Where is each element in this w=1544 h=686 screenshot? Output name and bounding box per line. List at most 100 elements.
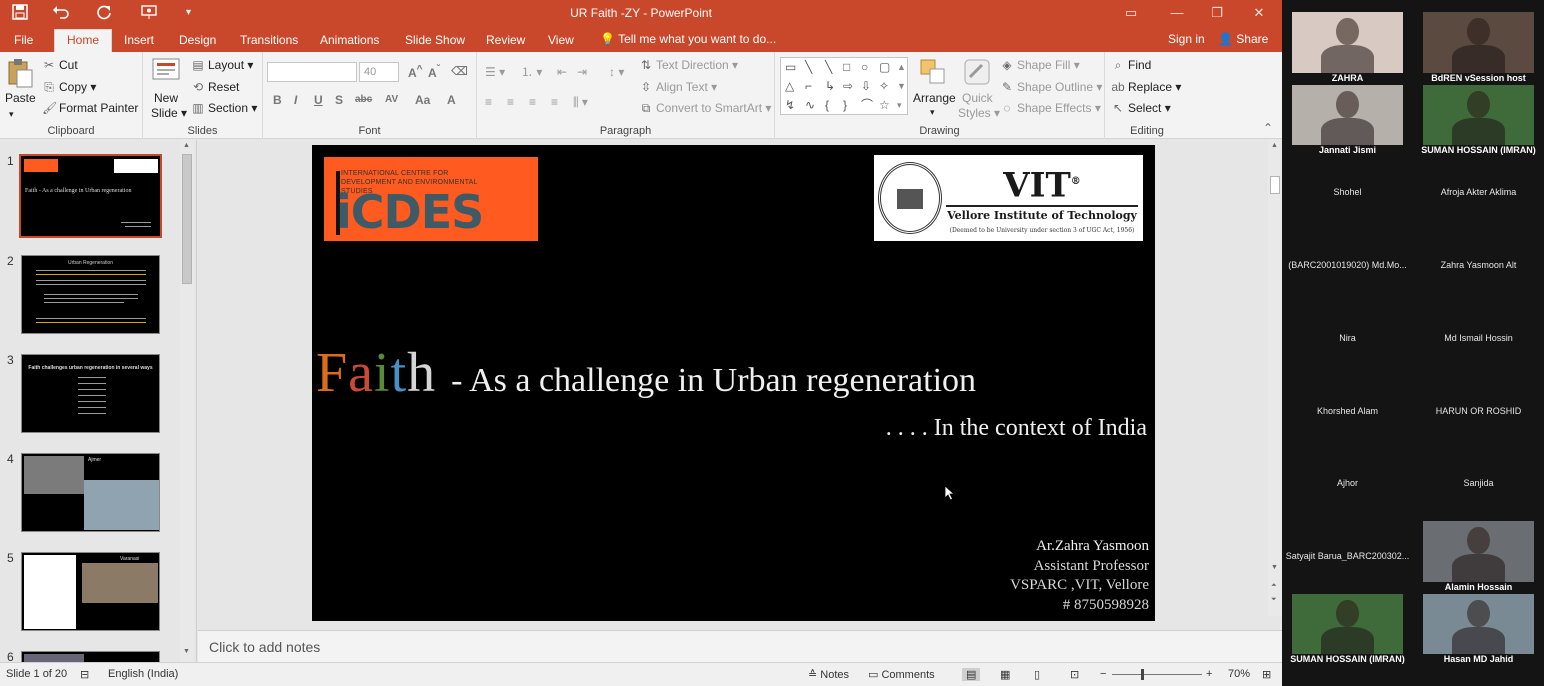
- slide-sorter-icon[interactable]: ▦: [1000, 668, 1010, 681]
- scroll-up-icon[interactable]: ▲: [1271, 142, 1278, 149]
- participant-tile[interactable]: BdREN vSession host: [1413, 12, 1544, 85]
- slideshow-view-icon[interactable]: ⊡: [1070, 668, 1079, 681]
- tab-file[interactable]: File: [8, 31, 39, 52]
- strikethrough-button[interactable]: abc: [355, 94, 372, 105]
- participant-tile[interactable]: Jannati Jismi: [1282, 84, 1413, 158]
- elbow-shape-icon[interactable]: ↳: [825, 79, 835, 93]
- shrink-font-icon[interactable]: Aˇ: [428, 64, 440, 80]
- align-text-button[interactable]: ⇳ Align Text ▾: [639, 79, 717, 95]
- normal-view-icon[interactable]: ▤: [962, 668, 981, 681]
- right-arrow-shape-icon[interactable]: ⇨: [843, 79, 853, 93]
- scroll-up-icon[interactable]: ▲: [183, 142, 190, 149]
- tell-me-box[interactable]: 💡 Tell me what you want to do...: [600, 32, 776, 46]
- font-size-box[interactable]: 40: [359, 62, 399, 82]
- cut-button[interactable]: ✂ Cut: [42, 57, 78, 73]
- quick-styles-icon[interactable]: [962, 57, 992, 87]
- participant-tile[interactable]: Shohel: [1282, 157, 1413, 230]
- font-name-box[interactable]: [267, 62, 357, 82]
- participant-tile[interactable]: SUMAN HOSSAIN (IMRAN): [1282, 593, 1413, 667]
- convert-smartart-button[interactable]: ⧉ Convert to SmartArt ▾: [639, 100, 772, 116]
- brace-shape-icon[interactable]: {: [825, 98, 829, 112]
- zoom-level[interactable]: 70%: [1228, 668, 1250, 680]
- connector-shape-icon[interactable]: ⌐: [805, 79, 812, 93]
- close-icon[interactable]: ✕: [1248, 3, 1270, 23]
- shape-outline-button[interactable]: ✎ Shape Outline ▾: [1000, 79, 1102, 95]
- thumbnail-slide-3[interactable]: Faith challenges urban regeneration in s…: [21, 354, 160, 433]
- shapes-gallery[interactable]: ▭ ╲ ╲ □ ○ ▢ △ ⌐ ↳ ⇨ ⇩ ✧ ↯ ∿ { } ⌒ ☆ ▲ ▼ …: [780, 57, 908, 115]
- grow-font-icon[interactable]: A^: [408, 64, 423, 80]
- paste-dropdown-icon[interactable]: ▾: [9, 106, 14, 122]
- line-shape-icon-2[interactable]: ╲: [825, 60, 832, 74]
- freeform-shape-icon[interactable]: ↯: [785, 98, 795, 112]
- sign-in-link[interactable]: Sign in: [1168, 32, 1205, 46]
- justify-icon[interactable]: ≡: [551, 94, 558, 110]
- next-slide-icon[interactable]: ⏷: [1271, 596, 1277, 604]
- gallery-down-icon[interactable]: ▼: [897, 79, 906, 93]
- language-indicator[interactable]: English (India): [108, 668, 178, 680]
- font-color-button[interactable]: A: [447, 93, 456, 107]
- slide-scroll-thumb[interactable]: [1270, 176, 1280, 194]
- paste-icon[interactable]: [6, 58, 36, 88]
- participant-tile[interactable]: Afroja Akter Aklima: [1413, 157, 1544, 230]
- slide-scrollbar[interactable]: ▲ ▼ ⏶ ⏷: [1268, 140, 1282, 616]
- triangle-shape-icon[interactable]: △: [785, 79, 794, 93]
- columns-icon[interactable]: ⫼ ▾: [573, 94, 588, 110]
- bold-button[interactable]: B: [273, 93, 282, 107]
- participant-tile[interactable]: Hasan MD Jahid: [1413, 593, 1544, 667]
- thumbnails-scrollbar[interactable]: ▲ ▼: [180, 140, 194, 662]
- tab-view[interactable]: View: [542, 31, 580, 52]
- participant-tile[interactable]: Md Ismail Hossin: [1413, 303, 1544, 376]
- new-slide-label[interactable]: New: [154, 90, 178, 106]
- scroll-down-icon[interactable]: ▼: [1271, 564, 1278, 571]
- bracket-shape-icon[interactable]: ⌒: [861, 98, 873, 112]
- change-case-button[interactable]: Aa: [415, 93, 430, 107]
- minimize-icon[interactable]: —: [1166, 3, 1188, 23]
- align-left-icon[interactable]: ≡: [485, 94, 492, 110]
- rectangle-shape-icon[interactable]: □: [843, 60, 850, 74]
- rounded-rect-shape-icon[interactable]: ▢: [879, 60, 890, 74]
- participant-tile[interactable]: Nira: [1282, 303, 1413, 376]
- reading-view-icon[interactable]: ▯: [1034, 668, 1040, 681]
- line-spacing-icon[interactable]: ↕ ▾: [609, 64, 624, 80]
- spellcheck-icon[interactable]: ⊟: [80, 668, 89, 681]
- select-button[interactable]: ↖ Select ▾: [1111, 100, 1171, 116]
- copy-button[interactable]: ⎘ Copy ▾: [42, 79, 96, 95]
- participant-tile[interactable]: SUMAN HOSSAIN (IMRAN): [1413, 84, 1544, 158]
- comments-toggle[interactable]: ▭ Comments: [868, 668, 935, 681]
- participant-tile[interactable]: Alamin Hossain: [1413, 520, 1544, 594]
- increase-indent-icon[interactable]: ⇥: [577, 64, 587, 80]
- clear-format-icon[interactable]: ⌫: [451, 64, 468, 78]
- down-arrow-shape-icon[interactable]: ⇩: [861, 79, 871, 93]
- find-button[interactable]: ⌕ Find: [1111, 57, 1152, 73]
- shape-effects-button[interactable]: ◌ Shape Effects ▾: [1000, 100, 1100, 116]
- current-slide[interactable]: INTERNATIONAL CENTRE FOR DEVELOPMENT AND…: [312, 145, 1155, 621]
- tab-home[interactable]: Home: [54, 29, 113, 52]
- participant-tile[interactable]: Satyajit Barua_BARC200302...: [1282, 521, 1413, 594]
- new-slide-label-2[interactable]: Slide ▾: [151, 105, 187, 121]
- thumbnails-scroll-thumb[interactable]: [182, 154, 192, 284]
- share-button[interactable]: 👤 Share: [1218, 32, 1268, 46]
- new-slide-icon[interactable]: [151, 57, 181, 87]
- ribbon-display-icon[interactable]: ▭: [1120, 3, 1142, 23]
- notes-toggle[interactable]: ≙ Notes: [808, 668, 849, 681]
- zoom-slider-thumb[interactable]: [1141, 669, 1144, 680]
- participant-tile[interactable]: Khorshed Alam: [1282, 376, 1413, 449]
- tab-review[interactable]: Review: [480, 31, 531, 52]
- quick-styles-label-2[interactable]: Styles ▾: [958, 105, 1000, 121]
- bullets-icon[interactable]: ☰ ▾: [485, 64, 505, 80]
- star-shape-icon[interactable]: ☆: [879, 98, 890, 112]
- star-burst-shape-icon[interactable]: ✧: [879, 79, 889, 93]
- participant-tile[interactable]: Zahra Yasmoon Alt: [1413, 230, 1544, 303]
- zoom-out-button[interactable]: −: [1100, 668, 1106, 680]
- layout-button[interactable]: ▤ Layout ▾: [191, 57, 253, 73]
- tab-transitions[interactable]: Transitions: [234, 31, 304, 52]
- reset-button[interactable]: ⟲ Reset: [191, 79, 239, 95]
- tab-design[interactable]: Design: [173, 31, 222, 52]
- zoom-in-button[interactable]: +: [1206, 668, 1212, 680]
- text-direction-button[interactable]: ⇅ Text Direction ▾: [639, 57, 738, 73]
- line-shape-icon[interactable]: ╲: [805, 60, 812, 74]
- numbering-icon[interactable]: ⒈ ▾: [521, 64, 542, 80]
- fit-to-window-icon[interactable]: ⊞: [1262, 668, 1271, 681]
- thumbnail-slide-2[interactable]: Urban Regeneration: [21, 255, 160, 334]
- format-painter-button[interactable]: 🖌 Format Painter: [42, 100, 138, 116]
